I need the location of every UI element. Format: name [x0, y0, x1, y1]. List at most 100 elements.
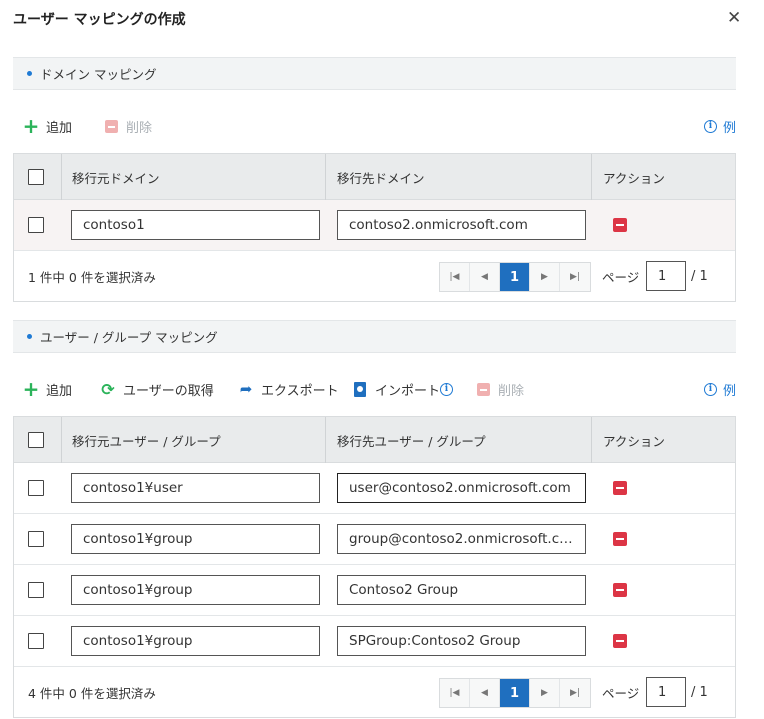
column-header-action: アクション [603, 170, 665, 186]
domain-grid-footer: 1 件中 0 件を選択済み |◀ ◀ 1 ▶ ▶| ページ 1 / 1 [14, 251, 735, 301]
domain-mapping-header: ドメイン マッピング [13, 57, 736, 90]
row-checkbox[interactable] [28, 633, 44, 649]
table-row: contoso1 contoso2.onmicrosoft.com [14, 200, 735, 251]
column-divider [591, 417, 592, 463]
export-label: エクスポート [261, 383, 339, 399]
page-number-input[interactable]: 1 [646, 677, 686, 707]
pagination: |◀ ◀ 1 ▶ ▶| [439, 678, 591, 708]
table-row: contoso1¥group group@contoso2.onmicrosof… [14, 514, 735, 565]
row-delete-icon[interactable] [613, 218, 627, 232]
table-row: contoso1¥group Contoso2 Group [14, 565, 735, 616]
column-divider [591, 154, 592, 200]
row-delete-icon[interactable] [613, 634, 627, 648]
table-row: contoso1¥user user@contoso2.onmicrosoft.… [14, 463, 735, 514]
user-delete-button[interactable]: 削除 [475, 377, 524, 401]
user-delete-label: 削除 [498, 383, 525, 399]
select-all-checkbox[interactable] [28, 432, 44, 448]
pagination: |◀ ◀ 1 ▶ ▶| [439, 262, 591, 292]
close-icon[interactable]: ✕ [727, 8, 741, 28]
minus-icon [103, 118, 119, 134]
domain-delete-button[interactable]: 削除 [103, 114, 152, 138]
column-header-target-domain[interactable]: 移行先ドメイン [337, 154, 425, 200]
source-domain-input[interactable]: contoso1 [71, 210, 320, 240]
source-user-input[interactable]: contoso1¥group [71, 626, 320, 656]
user-example-label: 例 [722, 383, 736, 399]
row-delete-icon[interactable] [613, 532, 627, 546]
column-divider [325, 154, 326, 200]
next-page-icon[interactable]: ▶ [530, 263, 560, 291]
user-mapping-header: ユーザー / グループ マッピング [13, 320, 736, 353]
target-user-input[interactable]: user@contoso2.onmicrosoft.com [337, 473, 586, 503]
page-number-button[interactable]: 1 [500, 263, 530, 291]
bullet-icon [27, 71, 32, 76]
select-all-checkbox[interactable] [28, 169, 44, 185]
row-delete-icon[interactable] [613, 583, 627, 597]
target-user-input[interactable]: Contoso2 Group [337, 575, 586, 605]
domain-grid-header: 移行元ドメイン 移行先ドメイン アクション [14, 154, 735, 200]
export-button[interactable]: ➦ エクスポート [238, 377, 339, 401]
selection-status: 1 件中 0 件を選択済み [28, 269, 156, 285]
prev-page-icon[interactable]: ◀ [470, 263, 500, 291]
domain-toolbar: + 追加 削除 i 例 [13, 114, 736, 138]
user-example-link[interactable]: i 例 [703, 377, 736, 401]
user-add-button[interactable]: + 追加 [23, 377, 72, 401]
user-add-label: 追加 [46, 383, 73, 399]
page-label: ページ [602, 269, 640, 285]
table-row: contoso1¥group SPGroup:Contoso2 Group [14, 616, 735, 667]
info-icon: i [703, 382, 717, 396]
row-delete-icon[interactable] [613, 481, 627, 495]
row-checkbox[interactable] [28, 582, 44, 598]
last-page-icon[interactable]: ▶| [560, 679, 590, 707]
bullet-icon [27, 334, 32, 339]
share-arrow-icon: ➦ [239, 380, 253, 398]
selection-status: 4 件中 0 件を選択済み [28, 685, 156, 701]
target-user-input[interactable]: SPGroup:Contoso2 Group [337, 626, 586, 656]
domain-mapping-heading: ドメイン マッピング [40, 67, 157, 82]
row-checkbox[interactable] [28, 531, 44, 547]
source-user-input[interactable]: contoso1¥group [71, 575, 320, 605]
info-icon: i [440, 382, 453, 396]
row-checkbox[interactable] [28, 480, 44, 496]
import-button[interactable]: インポート [352, 377, 440, 401]
column-header-source-user[interactable]: 移行元ユーザー / グループ [72, 417, 221, 463]
plus-icon: + [22, 377, 40, 401]
user-grid: 移行元ユーザー / グループ 移行先ユーザー / グループ アクション cont… [13, 416, 736, 718]
source-user-input[interactable]: contoso1¥user [71, 473, 320, 503]
domain-delete-label: 削除 [126, 120, 153, 136]
fetch-users-button[interactable]: ⟳ ユーザーの取得 [100, 377, 214, 401]
next-page-icon[interactable]: ▶ [530, 679, 560, 707]
column-header-action: アクション [603, 433, 665, 449]
import-file-icon [352, 381, 368, 397]
page-number-input[interactable]: 1 [646, 261, 686, 291]
row-checkbox[interactable] [28, 217, 44, 233]
domain-grid: 移行元ドメイン 移行先ドメイン アクション contoso1 contoso2.… [13, 153, 736, 302]
column-header-target-user[interactable]: 移行先ユーザー / グループ [337, 417, 486, 463]
column-header-source-domain[interactable]: 移行元ドメイン [72, 154, 160, 200]
domain-add-label: 追加 [46, 120, 73, 136]
last-page-icon[interactable]: ▶| [560, 263, 590, 291]
domain-add-button[interactable]: + 追加 [23, 114, 72, 138]
target-user-input[interactable]: group@contoso2.onmicrosoft.com [337, 524, 586, 554]
first-page-icon[interactable]: |◀ [440, 679, 470, 707]
refresh-icon: ⟳ [101, 379, 115, 399]
user-toolbar: + 追加 ⟳ ユーザーの取得 ➦ エクスポート インポート i 削除 i 例 [13, 377, 736, 401]
user-mapping-heading: ユーザー / グループ マッピング [40, 330, 218, 345]
domain-example-label: 例 [722, 120, 736, 136]
dialog-title: ユーザー マッピングの作成 [13, 12, 186, 28]
column-divider [325, 417, 326, 463]
user-grid-footer: 4 件中 0 件を選択済み |◀ ◀ 1 ▶ ▶| ページ 1 / 1 [14, 667, 735, 717]
prev-page-icon[interactable]: ◀ [470, 679, 500, 707]
page-total: / 1 [691, 684, 708, 700]
page-total: / 1 [691, 268, 708, 284]
first-page-icon[interactable]: |◀ [440, 263, 470, 291]
domain-example-link[interactable]: i 例 [703, 114, 736, 138]
target-domain-input[interactable]: contoso2.onmicrosoft.com [337, 210, 586, 240]
source-user-input[interactable]: contoso1¥group [71, 524, 320, 554]
user-grid-header: 移行元ユーザー / グループ 移行先ユーザー / グループ アクション [14, 417, 735, 463]
page-number-button[interactable]: 1 [500, 679, 530, 707]
plus-icon: + [22, 114, 40, 138]
column-divider [61, 154, 62, 200]
import-info-button[interactable]: i [440, 377, 453, 401]
fetch-users-label: ユーザーの取得 [123, 383, 214, 399]
minus-icon [475, 381, 491, 397]
